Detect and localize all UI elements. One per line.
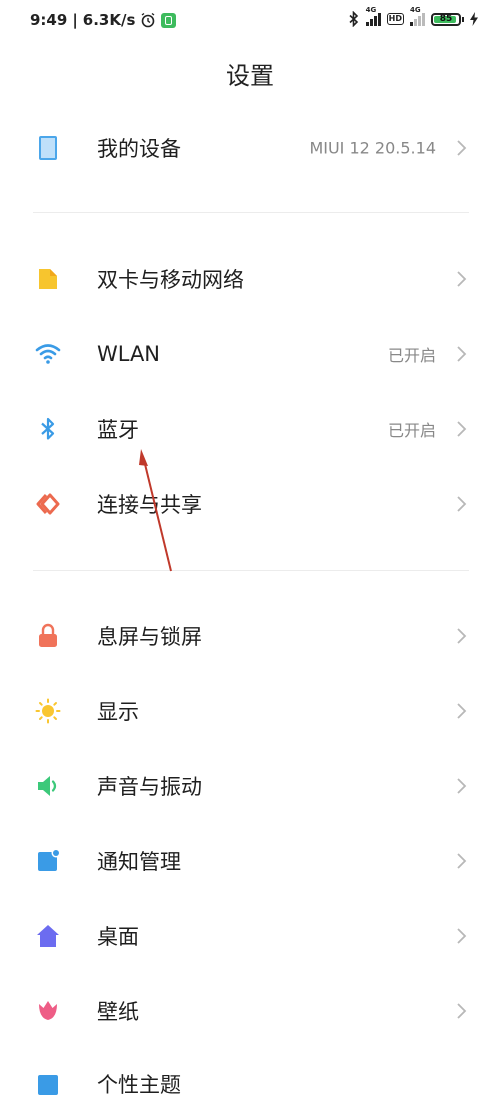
annotation-arrow [139, 449, 172, 572]
